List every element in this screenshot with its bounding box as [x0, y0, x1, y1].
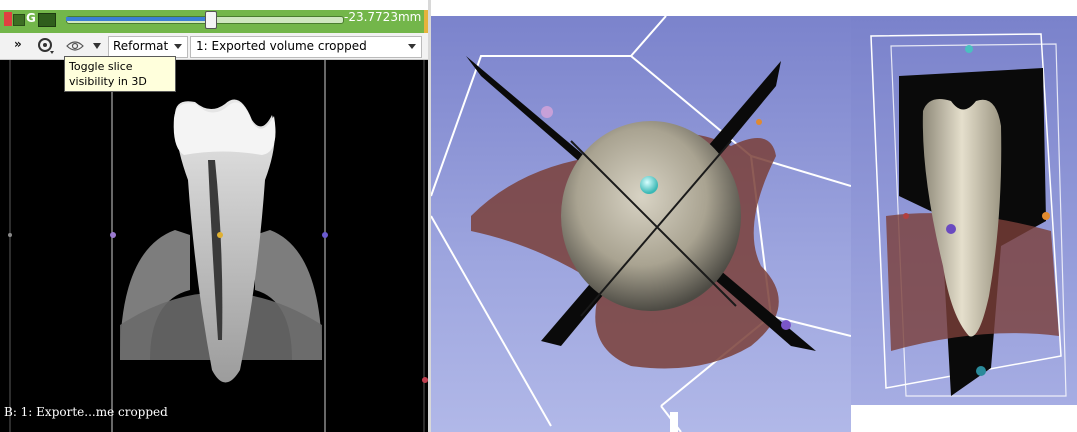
slice-view-panel[interactable]: G -23.7723mm » Reformat 1: Exported volu…: [0, 0, 428, 432]
tooltip: Toggle slice visibility in 3D view: [64, 56, 176, 103]
marker-teal-side[interactable]: [976, 366, 986, 376]
marker-purple-side[interactable]: [946, 224, 956, 234]
pin-icon[interactable]: [4, 12, 12, 26]
more-button[interactable]: »: [14, 37, 22, 51]
offset-slider-handle[interactable]: [205, 11, 217, 29]
link-icon[interactable]: [38, 13, 56, 27]
marker-center[interactable]: [217, 232, 223, 238]
reformat-button[interactable]: Reformat: [108, 36, 188, 58]
3d-scene-top[interactable]: [431, 16, 851, 432]
volume-selected-label: 1: Exported volume cropped: [196, 39, 367, 53]
marker-cyan-3d[interactable]: [640, 176, 658, 194]
3d-view-side[interactable]: [851, 16, 1077, 405]
reformat-label: Reformat: [113, 39, 169, 53]
3d-scene-side[interactable]: [851, 16, 1077, 405]
marker-pink-3d[interactable]: [541, 106, 553, 118]
marker-orange-side[interactable]: [1042, 212, 1050, 220]
marker-left[interactable]: [110, 232, 116, 238]
tooth-crown-3d: [561, 121, 741, 311]
slice-corner-label: B: 1: Exporte...me cropped: [4, 405, 168, 419]
marker-top-side[interactable]: [965, 45, 973, 53]
eye-icon[interactable]: [34, 37, 58, 55]
marker-edge[interactable]: [8, 233, 12, 237]
offset-value[interactable]: -23.7723mm: [344, 10, 421, 24]
chevron-down-icon[interactable]: [93, 43, 101, 49]
collapse-icon[interactable]: [13, 14, 25, 26]
chevron-down-icon: [174, 44, 182, 49]
marker-right[interactable]: [322, 232, 328, 238]
offset-slider-fill: [66, 17, 210, 21]
slice-bar-spacer: [0, 0, 428, 10]
marker-purple-3d[interactable]: [781, 320, 791, 330]
tooltip-line1: Toggle slice: [69, 60, 133, 73]
view-letter: G: [26, 11, 36, 25]
view-divider-mark: [670, 412, 678, 432]
bottom-margin: [851, 405, 1077, 432]
slice-visibility-icon[interactable]: [64, 37, 86, 55]
3d-view-top[interactable]: [431, 16, 851, 432]
chevron-down-icon: [408, 44, 416, 49]
volume-select[interactable]: 1: Exported volume cropped: [190, 36, 422, 58]
marker-orange-3d[interactable]: [756, 119, 762, 125]
marker-red-side[interactable]: [903, 213, 909, 219]
slice-image[interactable]: [0, 60, 428, 432]
tooltip-line2: visibility in 3D view: [69, 75, 147, 103]
